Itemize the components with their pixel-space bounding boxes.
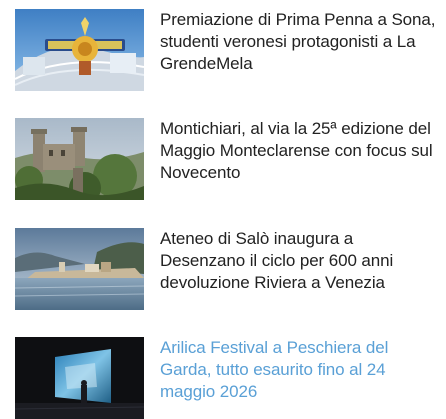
castle-photo-icon <box>15 118 144 200</box>
article-title[interactable]: Ateneo di Salò inaugura a Desenzano il c… <box>160 228 440 294</box>
article-item[interactable]: Montichiari, al via la 25ª edizione del … <box>0 118 446 200</box>
stage-screen-photo-icon <box>15 337 144 419</box>
lake-town-photo-icon <box>15 228 144 310</box>
article-title[interactable]: Arilica Festival a Peschiera del Garda, … <box>160 337 440 403</box>
article-title[interactable]: Premiazione di Prima Penna a Sona, stude… <box>160 9 440 75</box>
article-title[interactable]: Montichiari, al via la 25ª edizione del … <box>160 118 440 184</box>
article-thumbnail[interactable] <box>15 9 144 91</box>
amusement-park-photo-icon <box>15 9 144 91</box>
article-item[interactable]: Arilica Festival a Peschiera del Garda, … <box>0 337 446 419</box>
article-item[interactable]: Ateneo di Salò inaugura a Desenzano il c… <box>0 228 446 310</box>
article-thumbnail[interactable] <box>15 228 144 310</box>
article-thumbnail[interactable] <box>15 337 144 419</box>
article-item[interactable]: Premiazione di Prima Penna a Sona, stude… <box>0 9 446 91</box>
related-articles-list: Premiazione di Prima Penna a Sona, stude… <box>0 0 446 419</box>
article-thumbnail[interactable] <box>15 118 144 200</box>
